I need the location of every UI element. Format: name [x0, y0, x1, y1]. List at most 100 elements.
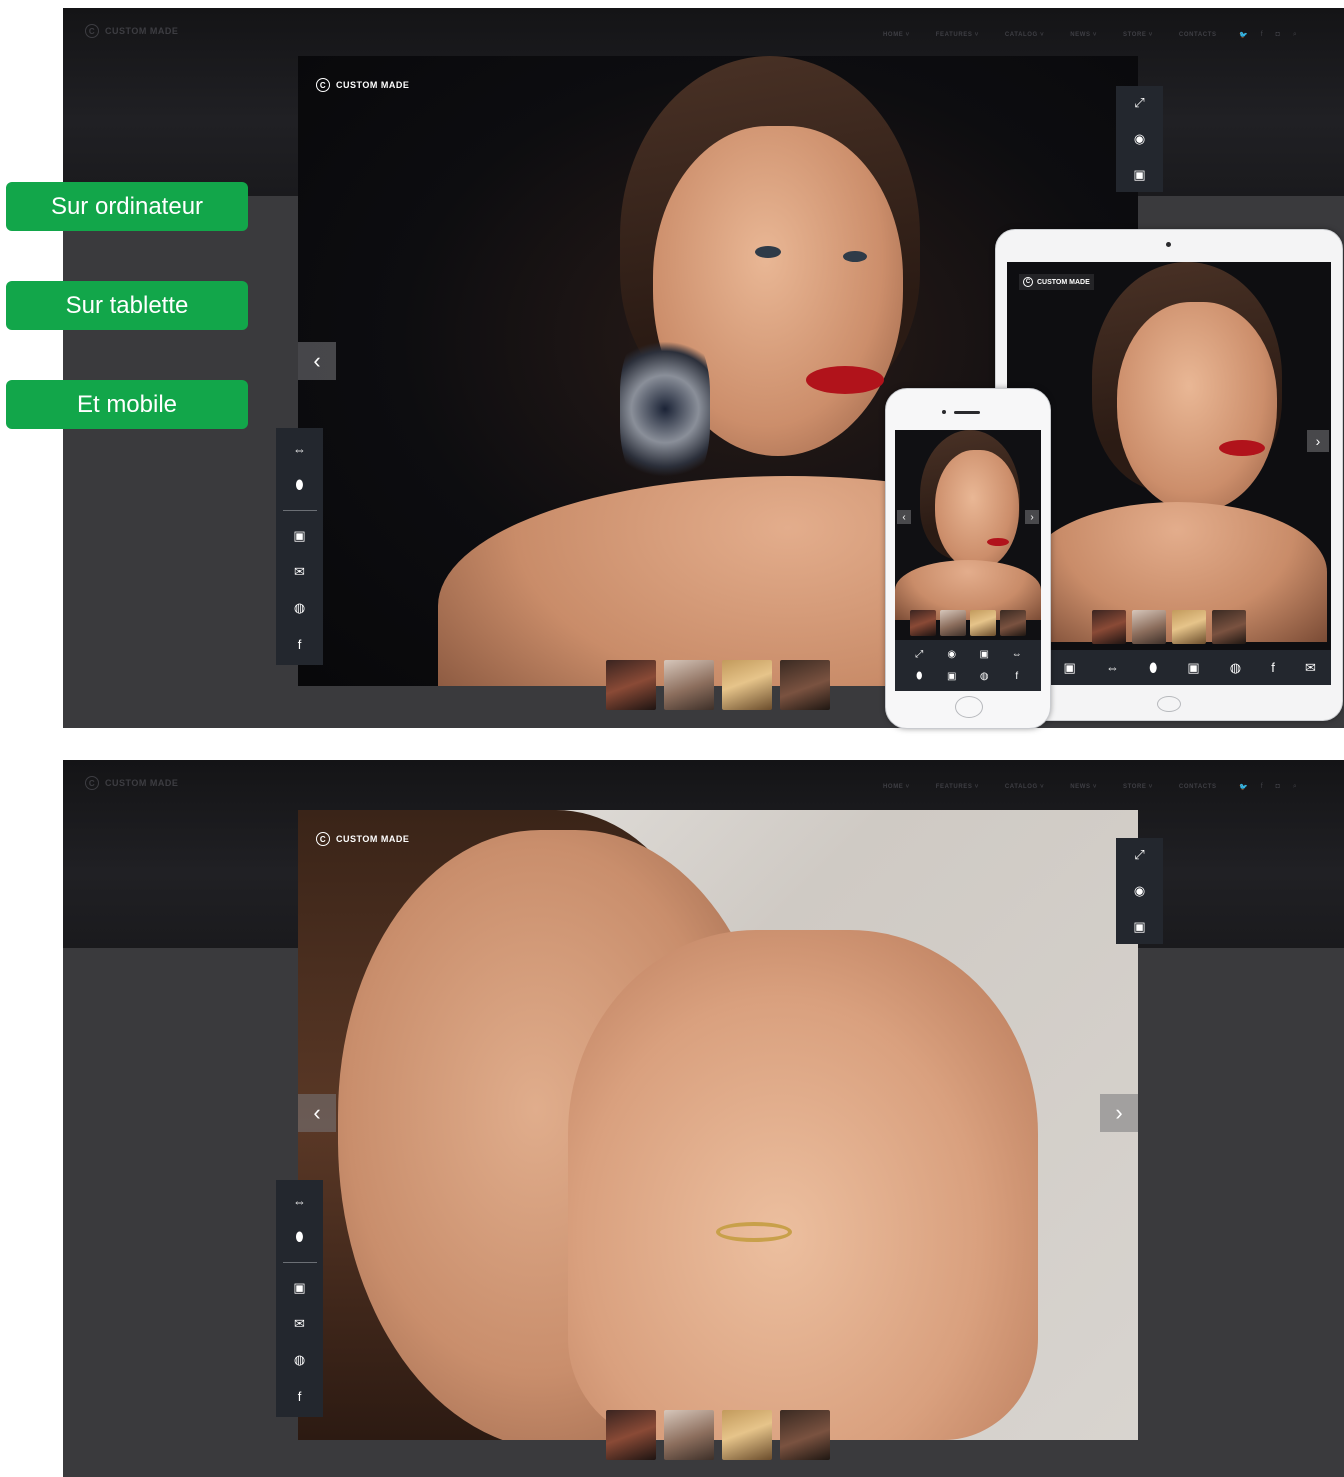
menu-item-store[interactable]: STORE ˅ — [1123, 32, 1153, 38]
scroll-icon[interactable]: ⬮ — [1149, 660, 1157, 676]
whatsapp-icon[interactable]: ◍ — [1230, 660, 1241, 676]
menu-item-features[interactable]: FEATURES ˅ — [936, 32, 979, 38]
tablet-next-arrow-button[interactable]: › — [1307, 430, 1329, 452]
whatsapp-icon[interactable]: ◍ — [289, 1349, 311, 1371]
tablet-thumbnail-2[interactable] — [1132, 610, 1166, 644]
phone-thumbnail-4[interactable] — [1000, 610, 1026, 636]
label-desktop: Sur ordinateur — [6, 182, 248, 231]
whatsapp-icon[interactable]: ◍ — [289, 597, 311, 619]
model-thumbnails — [606, 660, 830, 710]
menu-item-catalog[interactable]: CATALOG ˅ — [1005, 784, 1044, 790]
tablet-home-button — [1157, 696, 1181, 712]
tablet-model-lips — [1219, 440, 1265, 456]
menu-item-store[interactable]: STORE ˅ — [1123, 784, 1153, 790]
viewer-logo-text: CUSTOM MADE — [336, 834, 410, 844]
thumbnail-model-4[interactable] — [780, 1410, 830, 1460]
menu-item-contacts[interactable]: CONTACTS — [1179, 32, 1217, 38]
camera-icon[interactable]: ▣ — [289, 1277, 311, 1299]
camera-icon[interactable]: ▣ — [1187, 660, 1199, 676]
viewer-logo: C CUSTOM MADE — [316, 78, 409, 92]
social-links: 🐦 f ◘ ⌕ — [1239, 783, 1297, 791]
site-logo[interactable]: C CUSTOM MADE — [85, 776, 178, 790]
display-icon[interactable]: ▣ — [1129, 164, 1151, 186]
twitter-icon[interactable]: 🐦 — [1239, 31, 1248, 39]
facebook-icon[interactable]: f — [1261, 31, 1263, 39]
site-logo-text: CUSTOM MADE — [105, 26, 179, 36]
phone-camera-icon — [942, 410, 946, 414]
menu-item-news[interactable]: NEWS ˅ — [1070, 784, 1097, 790]
facebook-icon[interactable]: f — [1271, 660, 1275, 675]
rotate-icon[interactable]: ⇔ — [289, 1190, 311, 1212]
rotate-icon[interactable]: ⇔ — [1001, 649, 1034, 660]
thumbnail-model-2[interactable] — [664, 1410, 714, 1460]
viewer-logo-mark-icon: C — [316, 832, 330, 846]
webcam-icon[interactable]: ◉ — [1129, 128, 1151, 150]
menu-item-home[interactable]: HOME ˅ — [883, 32, 910, 38]
phone-thumbnail-3[interactable] — [970, 610, 996, 636]
phone-model-lips — [987, 538, 1009, 546]
viewer-left-toolbar: ⇔ ⬮ ▣ ✉ ◍ f — [276, 428, 323, 665]
menu-item-news[interactable]: NEWS ˅ — [1070, 32, 1097, 38]
toolbar-divider — [282, 510, 317, 511]
rotate-icon[interactable]: ⇔ — [1106, 660, 1119, 675]
phone-next-arrow-button[interactable]: › — [1025, 510, 1039, 524]
tablet-thumbnail-3[interactable] — [1172, 610, 1206, 644]
display-icon[interactable]: ▣ — [968, 649, 1001, 660]
camera-icon[interactable]: ▣ — [936, 671, 969, 682]
scroll-icon[interactable]: ⬮ — [903, 671, 936, 682]
try-on-viewer[interactable]: C CUSTOM MADE ‹ › — [298, 810, 1138, 1440]
instagram-icon[interactable]: ◘ — [1276, 31, 1280, 39]
webcam-icon[interactable]: ◉ — [936, 649, 969, 660]
facebook-icon[interactable]: f — [1261, 783, 1263, 791]
menu-item-features[interactable]: FEATURES ˅ — [936, 784, 979, 790]
whatsapp-icon[interactable]: ◍ — [968, 671, 1001, 682]
facebook-icon[interactable]: f — [1001, 671, 1034, 682]
next-arrow-button[interactable]: › — [1100, 1094, 1138, 1132]
facebook-icon[interactable]: f — [289, 1385, 311, 1407]
webcam-icon[interactable]: ◉ — [1129, 880, 1151, 902]
twitter-icon[interactable]: 🐦 — [1239, 783, 1248, 791]
main-menu: HOME ˅ FEATURES ˅ CATALOG ˅ NEWS ˅ STORE… — [883, 32, 1217, 38]
search-icon[interactable]: ⌕ — [1293, 31, 1297, 39]
instagram-icon[interactable]: ◘ — [1276, 783, 1280, 791]
model-thumbnails — [606, 1410, 830, 1460]
thumbnail-model-1[interactable] — [606, 1410, 656, 1460]
prev-arrow-button[interactable]: ‹ — [298, 342, 336, 380]
model-eye-right — [843, 251, 867, 262]
email-icon[interactable]: ✉ — [289, 561, 311, 583]
scroll-icon[interactable]: ⬮ — [289, 1226, 311, 1248]
facebook-icon[interactable]: f — [289, 633, 311, 655]
menu-item-contacts[interactable]: CONTACTS — [1179, 784, 1217, 790]
fullscreen-icon[interactable]: ⤢ — [1129, 844, 1151, 866]
thumbnail-model-3[interactable] — [722, 660, 772, 710]
phone-thumbnail-2[interactable] — [940, 610, 966, 636]
rotate-icon[interactable]: ⇔ — [289, 438, 311, 460]
earring-image — [620, 324, 710, 494]
thumbnail-model-2[interactable] — [664, 660, 714, 710]
thumbnail-model-1[interactable] — [606, 660, 656, 710]
tablet-thumbnail-1[interactable] — [1092, 610, 1126, 644]
tablet-logo-mark-icon: C — [1023, 277, 1033, 287]
phone-thumbnail-1[interactable] — [910, 610, 936, 636]
email-icon[interactable]: ✉ — [289, 1313, 311, 1335]
logo-mark-icon: C — [85, 776, 99, 790]
phone-speaker — [954, 411, 980, 414]
thumbnail-model-3[interactable] — [722, 1410, 772, 1460]
email-icon[interactable]: ✉ — [1305, 660, 1316, 676]
site-logo[interactable]: C CUSTOM MADE — [85, 24, 178, 38]
search-icon[interactable]: ⌕ — [1293, 783, 1297, 791]
viewer-right-toolbar: ⤢ ◉ ▣ — [1116, 838, 1163, 944]
display-icon[interactable]: ▣ — [1129, 916, 1151, 938]
fullscreen-icon[interactable]: ⤢ — [903, 649, 936, 660]
fullscreen-icon[interactable]: ⤢ — [1129, 92, 1151, 114]
scroll-icon[interactable]: ⬮ — [289, 474, 311, 496]
menu-item-home[interactable]: HOME ˅ — [883, 784, 910, 790]
tablet-thumbnail-4[interactable] — [1212, 610, 1246, 644]
menu-item-catalog[interactable]: CATALOG ˅ — [1005, 32, 1044, 38]
social-links: 🐦 f ◘ ⌕ — [1239, 31, 1297, 39]
prev-arrow-button[interactable]: ‹ — [298, 1094, 336, 1132]
display-icon[interactable]: ▣ — [1064, 660, 1076, 676]
thumbnail-model-4[interactable] — [780, 660, 830, 710]
phone-prev-arrow-button[interactable]: ‹ — [897, 510, 911, 524]
camera-icon[interactable]: ▣ — [289, 525, 311, 547]
